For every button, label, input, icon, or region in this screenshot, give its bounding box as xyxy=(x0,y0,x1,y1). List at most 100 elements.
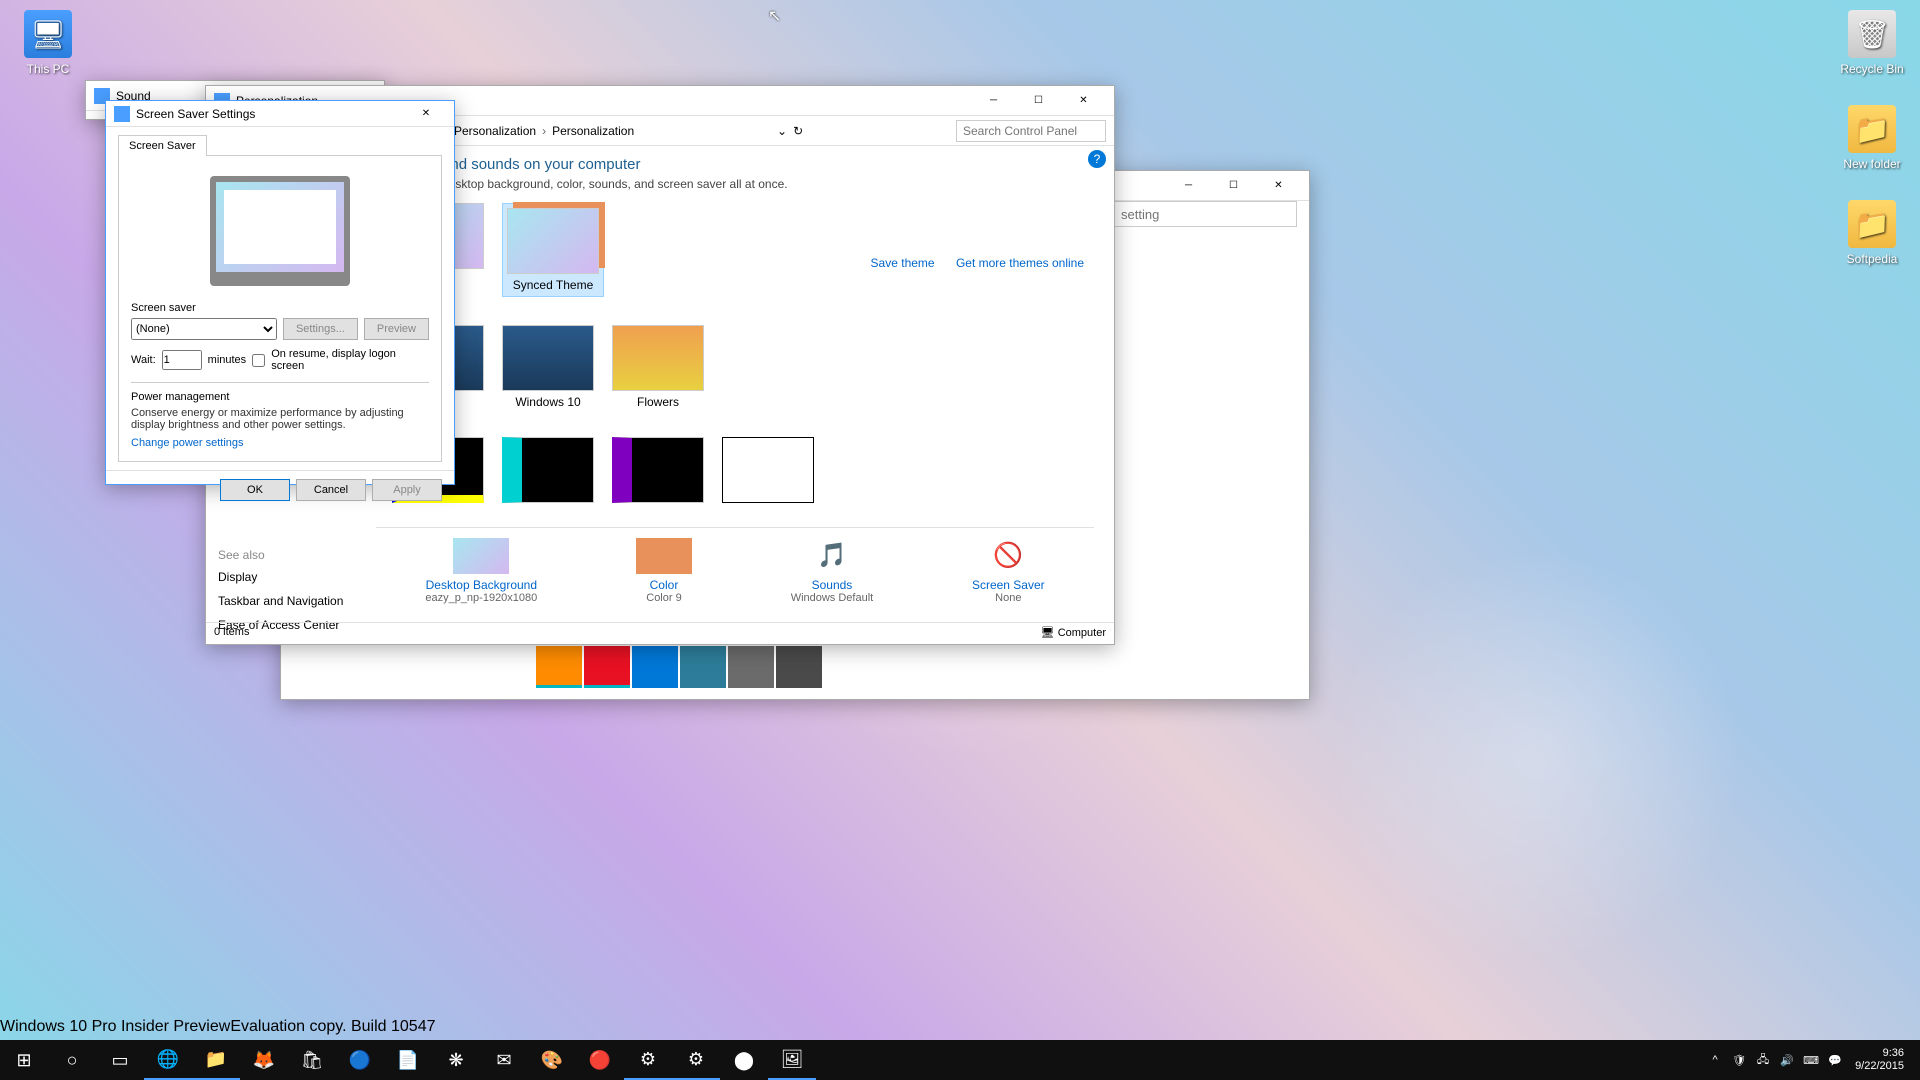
footer-title: Sounds xyxy=(791,578,874,592)
screensaver-group-label: Screen saver xyxy=(131,302,429,314)
theme-item-selected[interactable]: Synced Theme xyxy=(502,203,604,297)
wait-minutes-input[interactable] xyxy=(162,350,202,370)
sidebar-link-display[interactable]: Display xyxy=(218,570,364,584)
taskbar-app[interactable]: ⚙ xyxy=(672,1040,720,1080)
footer-title: Screen Saver xyxy=(972,578,1045,592)
taskbar-app-notepad[interactable]: 📄 xyxy=(384,1040,432,1080)
icon-label: This PC xyxy=(10,62,86,76)
taskbar-app[interactable]: 🎨 xyxy=(528,1040,576,1080)
apply-button[interactable]: Apply xyxy=(372,479,442,501)
preview-button[interactable]: Preview xyxy=(364,318,429,340)
desktop-icon-new-folder[interactable]: 📁 New folder xyxy=(1834,105,1910,171)
settings-button[interactable]: Settings... xyxy=(283,318,358,340)
color-swatch[interactable] xyxy=(680,646,726,688)
desktop-icon-recycle-bin[interactable]: 🗑 Recycle Bin xyxy=(1834,10,1910,76)
breadcrumb-item[interactable]: Personalization xyxy=(454,124,536,138)
taskbar-app[interactable]: ❋ xyxy=(432,1040,480,1080)
taskbar-app-settings[interactable]: ⚙ xyxy=(624,1040,672,1080)
bg-thumbnail xyxy=(453,538,509,574)
footer-value: None xyxy=(972,592,1045,604)
status-bar: 0 items 🖥 Computer xyxy=(206,622,1114,644)
tray-volume-icon[interactable]: 🔊 xyxy=(1775,1054,1799,1067)
color-swatch[interactable] xyxy=(584,646,630,688)
titlebar[interactable]: Screen Saver Settings ✕ xyxy=(106,101,454,127)
sidebar-link-taskbar[interactable]: Taskbar and Navigation xyxy=(218,594,364,608)
taskbar-app-store[interactable]: 🛍 xyxy=(288,1040,336,1080)
color-swatch[interactable] xyxy=(776,646,822,688)
desktop-icon-softpedia[interactable]: 📁 Softpedia xyxy=(1834,200,1910,266)
sounds-button[interactable]: 🎵 Sounds Windows Default xyxy=(791,538,874,604)
theme-item-windows10[interactable]: Windows 10 xyxy=(502,325,594,409)
save-theme-link[interactable]: Save theme xyxy=(871,256,935,270)
taskbar-app-mail[interactable]: ✉ xyxy=(480,1040,528,1080)
chevron-right-icon: › xyxy=(542,124,546,138)
task-view-button[interactable]: ▭ xyxy=(96,1040,144,1080)
see-also-header: See also xyxy=(218,548,364,562)
wait-label: Wait: xyxy=(131,354,156,366)
color-swatch[interactable] xyxy=(632,646,678,688)
tray-overflow-icon[interactable]: ^ xyxy=(1703,1054,1727,1066)
taskbar-clock[interactable]: 9:36 9/22/2015 xyxy=(1847,1047,1912,1073)
taskbar-app-explorer[interactable]: 📁 xyxy=(192,1040,240,1080)
footer-value: eazy_p_np-1920x1080 xyxy=(425,592,537,604)
theme-item-flowers[interactable]: Flowers xyxy=(612,325,704,409)
taskbar-app[interactable]: 🖼 xyxy=(768,1040,816,1080)
taskbar[interactable]: ⊞ ○ ▭ 🌐 📁 🦊 🛍 🔵 📄 ❋ ✉ 🎨 🔴 ⚙ ⚙ ⬤ 🖼 ^ 🛡 🖧 … xyxy=(0,1040,1920,1080)
icon-label: Softpedia xyxy=(1834,252,1910,266)
screen-saver-settings-dialog[interactable]: Screen Saver Settings ✕ Screen Saver Scr… xyxy=(105,100,455,485)
color-swatch[interactable] xyxy=(728,646,774,688)
tray-network-icon[interactable]: 🖧 xyxy=(1751,1051,1775,1070)
theme-thumbnail xyxy=(722,437,814,503)
theme-thumbnail xyxy=(507,208,599,274)
time: 9:36 xyxy=(1855,1047,1904,1060)
tab-screen-saver[interactable]: Screen Saver xyxy=(118,135,207,156)
taskbar-app[interactable]: 🔵 xyxy=(336,1040,384,1080)
page-subtitle: ange the desktop background, color, soun… xyxy=(392,177,1098,191)
screensaver-icon: 🚫 xyxy=(980,538,1036,574)
theme-item-high-contrast[interactable] xyxy=(722,437,814,507)
color-button[interactable]: Color Color 9 xyxy=(636,538,692,604)
screen-saver-button[interactable]: 🚫 Screen Saver None xyxy=(972,538,1045,604)
theme-label: Synced Theme xyxy=(507,278,599,292)
maximize-button[interactable]: ☐ xyxy=(1211,172,1256,200)
taskbar-app-chrome[interactable]: 🔴 xyxy=(576,1040,624,1080)
screensaver-dropdown[interactable]: (None) xyxy=(131,318,277,340)
cancel-button[interactable]: Cancel xyxy=(296,479,366,501)
color-swatch[interactable] xyxy=(536,646,582,688)
close-button[interactable]: ✕ xyxy=(406,100,446,128)
power-description: Conserve energy or maximize performance … xyxy=(131,407,429,431)
close-button[interactable]: ✕ xyxy=(1256,172,1301,200)
breadcrumb-item[interactable]: Personalization xyxy=(552,124,634,138)
desktop-icon-this-pc[interactable]: 🖥 This PC xyxy=(10,10,86,76)
minimize-button[interactable]: ─ xyxy=(971,87,1016,115)
tray-icon[interactable]: 🛡 xyxy=(1727,1054,1751,1067)
minimize-button[interactable]: ─ xyxy=(1166,172,1211,200)
system-tray: ^ 🛡 🖧 🔊 ⌨ 💬 9:36 9/22/2015 xyxy=(1703,1047,1920,1073)
cortana-search-button[interactable]: ○ xyxy=(48,1040,96,1080)
refresh-icon[interactable]: ↻ xyxy=(793,124,803,138)
start-button[interactable]: ⊞ xyxy=(0,1040,48,1080)
maximize-button[interactable]: ☐ xyxy=(1016,87,1061,115)
theme-thumbnail xyxy=(502,437,594,503)
power-management-header: Power management xyxy=(131,391,429,403)
sounds-icon: 🎵 xyxy=(804,538,860,574)
tray-keyboard-icon[interactable]: ⌨ xyxy=(1799,1054,1823,1067)
control-panel-search-input[interactable] xyxy=(956,120,1106,142)
monitor-icon: 🖥 xyxy=(24,10,72,58)
ok-button[interactable]: OK xyxy=(220,479,290,501)
taskbar-app[interactable]: ⬤ xyxy=(720,1040,768,1080)
theme-item-high-contrast[interactable] xyxy=(612,437,704,507)
on-resume-label: On resume, display logon screen xyxy=(271,348,429,372)
taskbar-app-edge[interactable]: 🌐 xyxy=(144,1040,192,1080)
change-power-settings-link[interactable]: Change power settings xyxy=(131,437,244,449)
tray-notifications-icon[interactable]: 💬 xyxy=(1823,1054,1847,1067)
theme-item-high-contrast[interactable] xyxy=(502,437,594,507)
dropdown-icon[interactable]: ⌄ xyxy=(777,124,787,138)
desktop-background-button[interactable]: Desktop Background eazy_p_np-1920x1080 xyxy=(425,538,537,604)
close-button[interactable]: ✕ xyxy=(1061,87,1106,115)
settings-search-input[interactable] xyxy=(1112,201,1297,227)
icon-label: New folder xyxy=(1834,157,1910,171)
on-resume-checkbox[interactable] xyxy=(252,354,265,367)
get-more-themes-link[interactable]: Get more themes online xyxy=(956,256,1084,270)
taskbar-app-firefox[interactable]: 🦊 xyxy=(240,1040,288,1080)
